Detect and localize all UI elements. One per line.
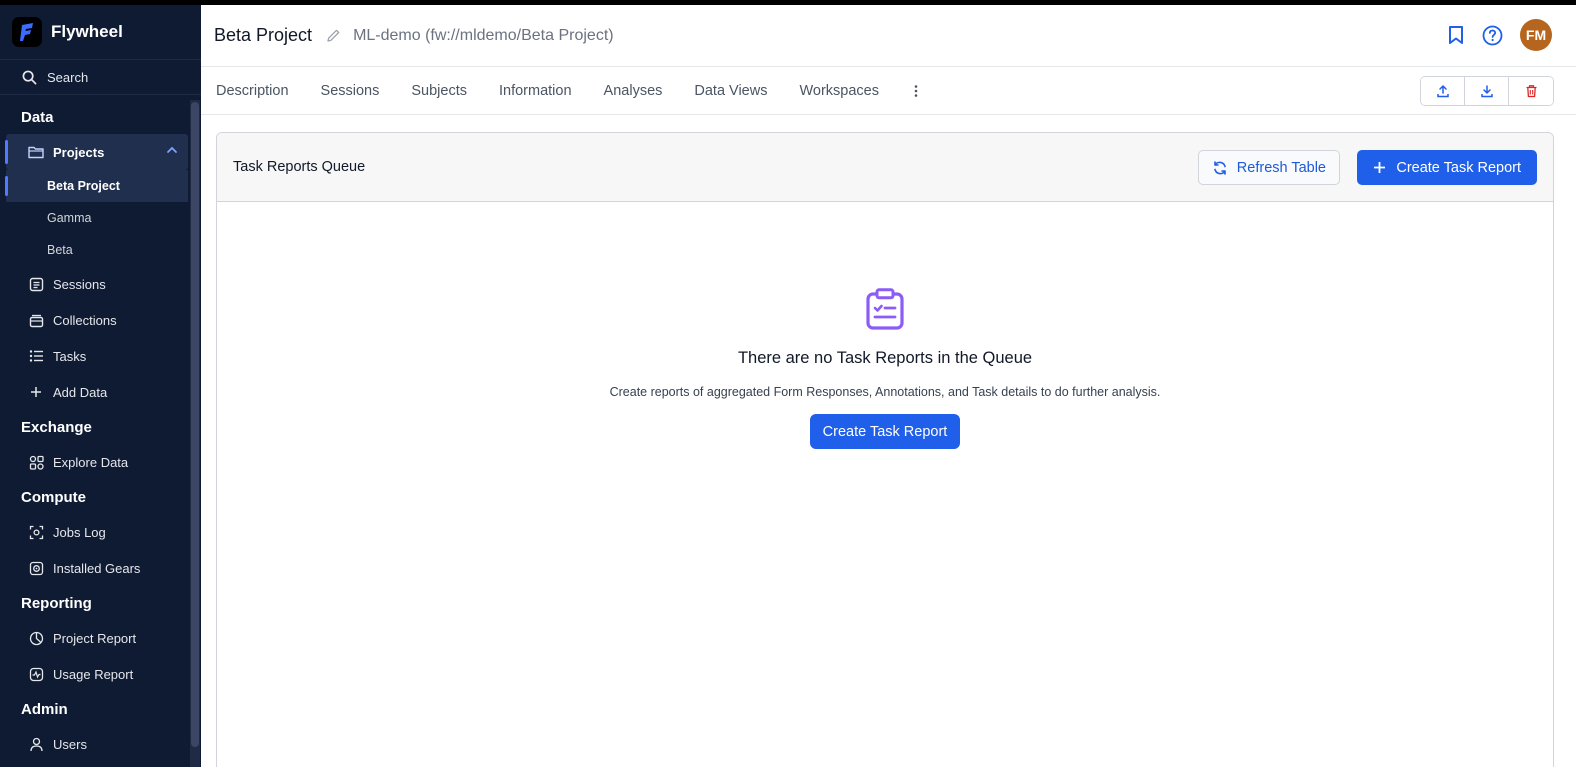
sidebar-item-label: Sessions <box>53 276 106 292</box>
project-tool-group <box>1420 76 1554 106</box>
sidebar-subitem-beta-project[interactable]: Beta Project <box>5 170 188 202</box>
sidebar-item-project-report[interactable]: Project Report <box>6 620 188 656</box>
flywheel-logo-icon <box>12 17 42 47</box>
folder-icon <box>28 144 44 160</box>
sidebar-item-add-data[interactable]: Add Data <box>6 374 188 410</box>
plus-icon <box>1373 161 1386 174</box>
tab-data-views[interactable]: Data Views <box>694 83 767 99</box>
refresh-table-button[interactable]: Refresh Table <box>1197 150 1340 185</box>
download-icon <box>1480 84 1494 98</box>
sidebar-scrollbar-thumb[interactable] <box>191 102 199 747</box>
sidebar-nav: Data Projects Beta Project Gamma Beta Se… <box>0 100 190 762</box>
create-task-report-label: Create Task Report <box>1396 159 1521 176</box>
download-button[interactable] <box>1465 77 1509 105</box>
section-exchange: Exchange <box>21 418 92 436</box>
avatar[interactable]: FM <box>1520 19 1552 51</box>
sidebar-search[interactable]: Search <box>0 59 201 95</box>
sidebar-item-projects[interactable]: Projects <box>5 134 188 170</box>
sidebar-item-label: Users <box>53 736 87 752</box>
sidebar-item-label: Installed Gears <box>53 560 141 576</box>
sidebar-subitem-beta[interactable]: Beta <box>6 234 188 266</box>
sidebar-item-label: Usage Report <box>53 666 134 682</box>
refresh-icon <box>1212 160 1228 176</box>
app-root: Flywheel Search Data Projects Beta Proje… <box>0 0 1576 767</box>
panel-title: Task Reports Queue <box>233 159 366 175</box>
task-reports-panel: Task Reports Queue Refresh Table Create … <box>216 132 1554 767</box>
sidebar-item-users[interactable]: Users <box>6 726 188 762</box>
delete-button[interactable] <box>1509 77 1553 105</box>
sidebar: Flywheel Search Data Projects Beta Proje… <box>0 0 201 767</box>
page-header: Beta Project ML-demo (fw://mldemo/Beta P… <box>201 5 1576 67</box>
empty-state-description: Create reports of aggregated Form Respon… <box>609 385 1161 399</box>
main-content: Beta Project ML-demo (fw://mldemo/Beta P… <box>201 0 1576 767</box>
sidebar-item-tasks[interactable]: Tasks <box>6 338 188 374</box>
page-title: Beta Project <box>214 25 313 45</box>
sidebar-item-installed-gears[interactable]: Installed Gears <box>6 550 188 586</box>
more-vertical-icon[interactable] <box>913 84 919 98</box>
sidebar-item-label: Explore Data <box>53 454 129 470</box>
tab-information[interactable]: Information <box>499 83 572 99</box>
activity-icon <box>28 666 44 682</box>
sessions-icon <box>28 276 44 292</box>
sidebar-subitem-gamma[interactable]: Gamma <box>6 202 188 234</box>
sidebar-item-usage-report[interactable]: Usage Report <box>6 656 188 692</box>
gear-icon <box>28 560 44 576</box>
section-compute: Compute <box>21 488 86 506</box>
upload-icon <box>1436 84 1450 98</box>
trash-icon <box>1525 84 1538 98</box>
section-admin: Admin <box>21 700 68 718</box>
empty-state-title: There are no Task Reports in the Queue <box>737 349 1033 367</box>
sidebar-item-label: Projects <box>53 144 105 160</box>
search-icon <box>22 70 37 85</box>
tab-workspaces[interactable]: Workspaces <box>799 83 879 99</box>
section-data: Data <box>21 108 54 126</box>
header-actions: FM <box>1447 19 1552 51</box>
tab-analyses[interactable]: Analyses <box>604 83 663 99</box>
sidebar-item-label: Project Report <box>53 630 137 646</box>
tasks-list-icon <box>28 348 44 364</box>
sidebar-item-jobs-log[interactable]: Jobs Log <box>6 514 188 550</box>
collections-icon <box>28 312 44 328</box>
plus-icon <box>28 384 44 400</box>
project-path: ML-demo (fw://mldemo/Beta Project) <box>353 26 614 44</box>
sidebar-item-label: Collections <box>53 312 117 328</box>
sidebar-item-sessions[interactable]: Sessions <box>6 266 188 302</box>
refresh-table-label: Refresh Table <box>1236 159 1326 176</box>
brand[interactable]: Flywheel <box>0 5 201 59</box>
tab-subjects[interactable]: Subjects <box>411 83 467 99</box>
upload-button[interactable] <box>1421 77 1465 105</box>
sidebar-item-label: Tasks <box>53 348 87 364</box>
tab-description[interactable]: Description <box>216 83 289 99</box>
section-reporting: Reporting <box>21 594 92 612</box>
sidebar-item-label: Jobs Log <box>53 524 106 540</box>
help-icon[interactable] <box>1482 25 1503 46</box>
sidebar-item-collections[interactable]: Collections <box>6 302 188 338</box>
create-task-report-button[interactable]: Create Task Report <box>1357 150 1537 185</box>
clipboard-check-icon <box>865 288 905 330</box>
brand-name: Flywheel <box>51 22 123 41</box>
jobs-log-icon <box>28 524 44 540</box>
tab-bar: Description Sessions Subjects Informatio… <box>201 67 1576 115</box>
explore-icon <box>28 454 44 470</box>
empty-state: There are no Task Reports in the Queue C… <box>217 288 1553 449</box>
pie-chart-icon <box>28 630 44 646</box>
panel-header: Task Reports Queue Refresh Table Create … <box>217 133 1553 202</box>
user-icon <box>28 736 44 752</box>
create-task-report-button-center[interactable]: Create Task Report <box>809 414 961 449</box>
search-label: Search <box>47 69 89 85</box>
pencil-icon[interactable] <box>326 28 341 43</box>
sidebar-item-label: Add Data <box>53 384 108 400</box>
sidebar-item-explore-data[interactable]: Explore Data <box>6 444 188 480</box>
chevron-up-icon[interactable] <box>166 144 178 159</box>
bookmark-icon[interactable] <box>1447 25 1465 45</box>
tab-sessions[interactable]: Sessions <box>321 83 380 99</box>
